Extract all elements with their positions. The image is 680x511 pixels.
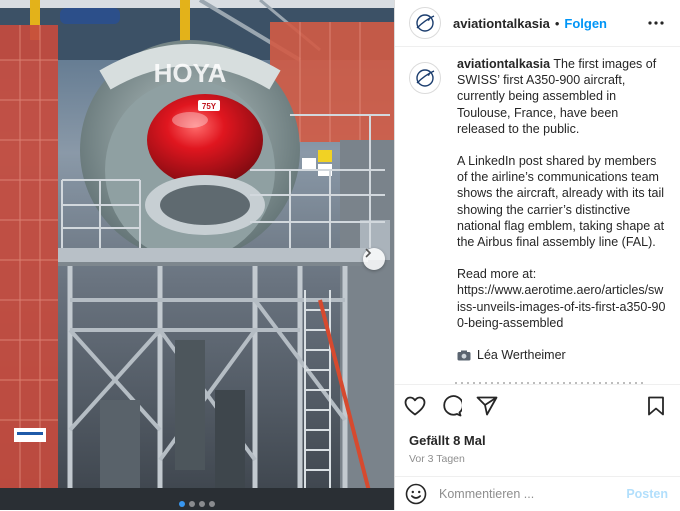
carousel-dot <box>209 501 215 507</box>
read-more-label: Read more at: <box>457 267 537 282</box>
username-link[interactable]: aviationtalkasia <box>453 16 550 31</box>
like-button[interactable] <box>403 394 427 418</box>
action-bar <box>395 385 680 427</box>
author-credit: Léa Wertheimer <box>457 347 666 363</box>
comment-bar: Posten <box>395 476 680 511</box>
svg-text:HOYA: HOYA <box>154 58 227 88</box>
aircraft-assembly-photo: HOYA 75Y <box>0 0 394 510</box>
header-separator: • <box>554 15 560 31</box>
carousel-dot <box>189 501 195 507</box>
comment-button[interactable] <box>439 394 463 418</box>
carousel-indicator <box>0 501 394 507</box>
post-caption: aviationtalkasia The first images of SWI… <box>457 56 666 384</box>
comment-bubble-icon <box>443 395 462 417</box>
caption-avatar[interactable] <box>409 62 441 94</box>
caption-area: aviationtalkasia The first images of SWI… <box>395 56 680 384</box>
more-options-button[interactable] <box>644 11 668 35</box>
instagram-post: HOYA 75Y aviationtalkasia • Folgen aviat… <box>0 0 680 510</box>
share-button[interactable] <box>475 394 499 418</box>
carousel-dot <box>179 501 185 507</box>
like-count[interactable]: Gefällt 8 Mal <box>395 433 680 448</box>
chevron-right-icon <box>365 248 372 258</box>
post-actions-area: Gefällt 8 Mal Vor 3 Tagen <box>395 384 680 465</box>
post-image[interactable]: HOYA 75Y <box>0 0 394 510</box>
comment-input[interactable] <box>437 486 627 502</box>
caption-username[interactable]: aviationtalkasia <box>457 57 550 71</box>
aircraft-marking: 75Y <box>202 102 217 111</box>
post-comment-button[interactable]: Posten <box>626 487 668 501</box>
carousel-next-button[interactable] <box>363 248 385 270</box>
heart-icon <box>404 396 426 416</box>
bookmark-icon <box>648 396 664 416</box>
camera-icon <box>457 350 471 361</box>
paper-plane-icon <box>476 396 498 416</box>
post-side-panel: aviationtalkasia • Folgen aviationtalkas… <box>394 0 680 510</box>
carousel-dot <box>199 501 205 507</box>
post-date[interactable]: Vor 3 Tagen <box>395 453 680 465</box>
avatar[interactable] <box>409 7 441 39</box>
follow-button[interactable]: Folgen <box>564 16 607 31</box>
emoji-icon[interactable] <box>405 483 427 505</box>
caption-paragraph: A LinkedIn post shared by members of the… <box>457 154 665 250</box>
airplane-logo-icon <box>416 14 435 32</box>
airplane-logo-icon <box>416 69 435 87</box>
author-name: Léa Wertheimer <box>477 348 566 363</box>
save-button[interactable] <box>644 394 668 418</box>
more-options-icon <box>648 21 664 25</box>
article-link[interactable]: https://www.aerotime.aero/articles/swiss… <box>457 283 665 329</box>
post-header: aviationtalkasia • Folgen <box>395 0 680 47</box>
